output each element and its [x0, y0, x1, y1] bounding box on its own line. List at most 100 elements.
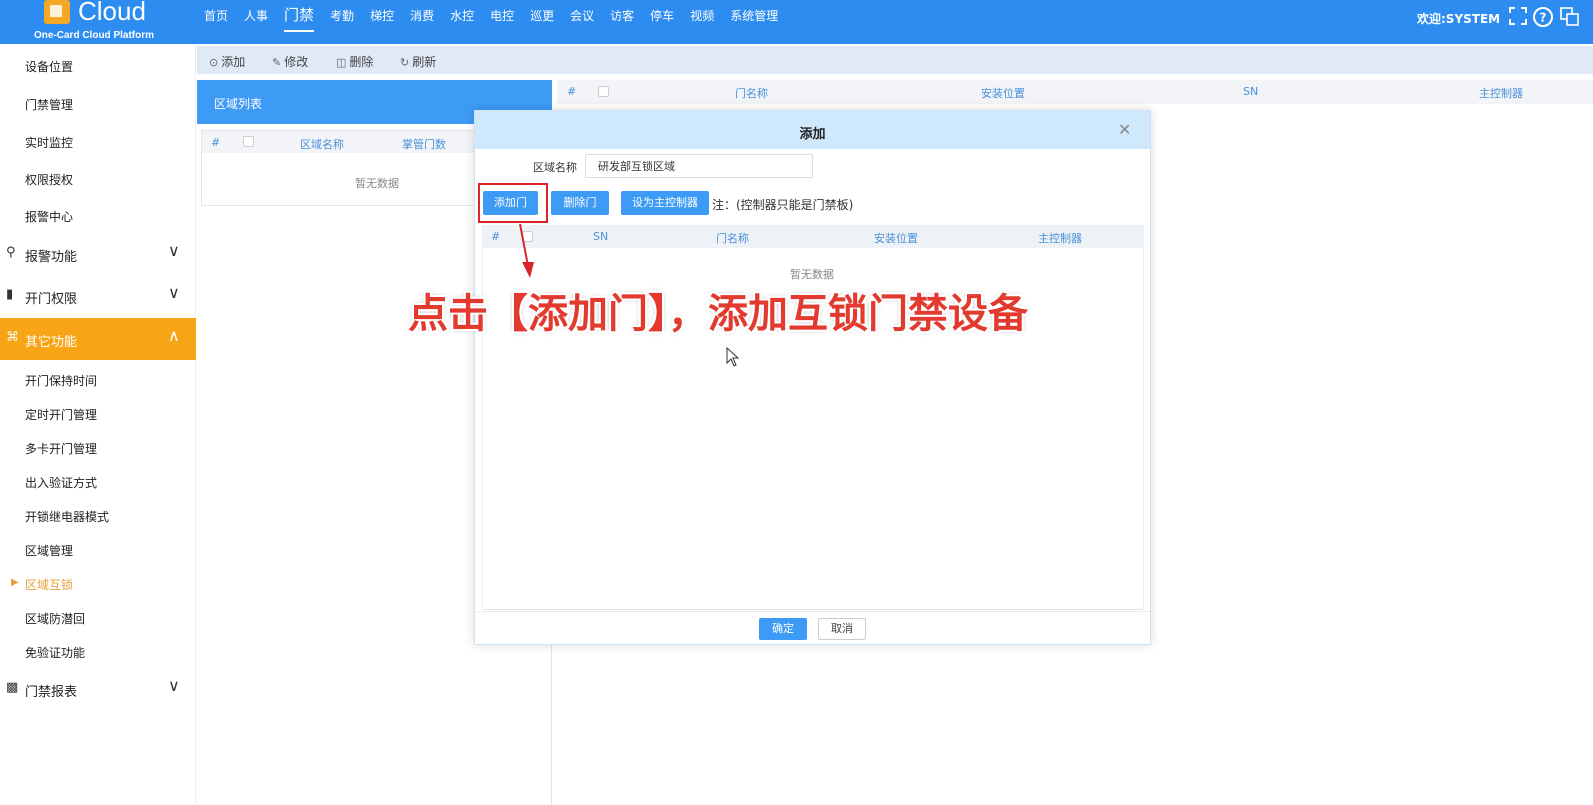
fullscreen-icon[interactable] — [1507, 6, 1529, 28]
nav-item-home[interactable]: 首页 — [204, 0, 228, 32]
nav-item-system[interactable]: 系统管理 — [730, 0, 778, 32]
dialog-header: 添加 ✕ — [475, 111, 1150, 149]
delete-button[interactable]: ◫ 删除 — [336, 53, 373, 70]
sidebar-group-alarm[interactable]: ⚲ 报警功能 ∨ — [0, 233, 196, 275]
confirm-button[interactable]: 确定 — [759, 618, 807, 640]
annotation-arrow-icon — [519, 223, 534, 278]
sidebar-item-area-interlock[interactable]: 区域互锁 — [25, 576, 73, 593]
edit-button-label: 修改 — [284, 55, 309, 69]
current-marker-icon: ▶ — [11, 577, 19, 588]
nav-item-visitor[interactable]: 访客 — [610, 0, 634, 32]
sidebar-item-multi-card[interactable]: 多卡开门管理 — [25, 440, 97, 457]
nav-item-consumption[interactable]: 消费 — [410, 0, 434, 32]
chevron-up-icon: ∧ — [168, 326, 180, 345]
sidebar-group-label: 门禁报表 — [25, 685, 78, 700]
nav-item-video[interactable]: 视频 — [690, 0, 714, 32]
sidebar-item-authorization[interactable]: 权限授权 — [25, 171, 73, 188]
sidebar-item-door-hold-time[interactable]: 开门保持时间 — [25, 372, 97, 389]
chevron-down-icon: ∨ — [168, 283, 180, 302]
dialog-table-header: # SN 门名称 安装位置 主控制器 — [482, 225, 1144, 248]
column-door-name[interactable]: 门名称 — [716, 230, 749, 246]
set-master-controller-button[interactable]: 设为主控制器 — [621, 191, 709, 215]
column-index: # — [211, 136, 221, 149]
sidebar-group-door-permission[interactable]: ▮ 开门权限 ∨ — [0, 275, 196, 317]
help-icon[interactable]: ? — [1532, 6, 1554, 28]
logo-cube-icon — [44, 0, 70, 24]
logo-text: Cloud — [78, 0, 146, 26]
edit-button[interactable]: ✎ 修改 — [272, 53, 308, 70]
empty-state: 暂无数据 — [355, 177, 399, 190]
delete-door-button[interactable]: 删除门 — [551, 191, 609, 215]
apps-icon: ⌘ — [6, 330, 19, 345]
nav-item-meeting[interactable]: 会议 — [570, 0, 594, 32]
column-master-controller[interactable]: 主控制器 — [1038, 230, 1082, 246]
column-door-name[interactable]: 门名称 — [735, 85, 768, 101]
logo[interactable]: Cloud One-Card Cloud Platform — [28, 0, 168, 44]
sidebar-item-timed-open[interactable]: 定时开门管理 — [25, 406, 97, 423]
sidebar-group-report[interactable]: ▩ 门禁报表 ∨ — [0, 668, 196, 710]
column-install-location[interactable]: 安装位置 — [874, 230, 918, 246]
sidebar-group-label: 开门权限 — [25, 292, 78, 307]
svg-text:?: ? — [1540, 11, 1547, 25]
nav-item-parking[interactable]: 停车 — [650, 0, 674, 32]
controller-note: 注：(控制器只能是门禁板) — [712, 198, 854, 212]
top-bar: Cloud One-Card Cloud Platform 首页 人事 门禁 考… — [0, 0, 1593, 44]
nav-item-hr[interactable]: 人事 — [244, 0, 268, 32]
sidebar-item-access-management[interactable]: 门禁管理 — [25, 96, 73, 113]
chevron-down-icon: ∨ — [168, 241, 180, 260]
area-name-input[interactable] — [585, 154, 813, 178]
column-master-controller[interactable]: 主控制器 — [1479, 85, 1523, 101]
column-area-name[interactable]: 区域名称 — [300, 136, 344, 152]
select-all-checkbox[interactable] — [243, 136, 254, 147]
add-button-label: 添加 — [221, 55, 246, 69]
nav-item-patrol[interactable]: 巡更 — [530, 0, 554, 32]
nav-item-electric[interactable]: 电控 — [490, 0, 514, 32]
sidebar-item-anti-passback[interactable]: 区域防潜回 — [25, 610, 85, 627]
column-sn[interactable]: SN — [1243, 85, 1258, 98]
refresh-button-label: 刷新 — [412, 55, 437, 69]
toolbar: ⊙ 添加 ✎ 修改 ◫ 删除 ↻ 刷新 — [197, 46, 1593, 74]
highlight-box — [478, 183, 548, 223]
trash-icon: ◫ — [336, 56, 347, 69]
door-table-header: # 门名称 安装位置 SN 主控制器 — [557, 80, 1593, 104]
column-index: # — [567, 85, 577, 98]
sidebar-item-verify-mode[interactable]: 出入验证方式 — [25, 474, 97, 491]
nav-item-access-control[interactable]: 门禁 — [284, 0, 315, 32]
language-icon[interactable] — [1559, 6, 1581, 28]
annotation-caption: 点击【添加门】，添加互锁门禁设备 — [408, 291, 1028, 337]
edit-icon: ✎ — [272, 56, 282, 69]
sidebar-item-no-verify[interactable]: 免验证功能 — [25, 644, 85, 661]
bar-chart-icon: ▩ — [6, 680, 19, 695]
column-door-count[interactable]: 掌管门数 — [402, 136, 446, 152]
refresh-button[interactable]: ↻ 刷新 — [400, 53, 436, 70]
region-panel-title: 区域列表 — [214, 97, 263, 111]
nav-item-water[interactable]: 水控 — [450, 0, 474, 32]
sidebar-item-realtime-monitor[interactable]: 实时监控 — [25, 134, 73, 151]
close-icon[interactable]: ✕ — [1118, 120, 1131, 139]
nav-item-elevator[interactable]: 梯控 — [370, 0, 394, 32]
delete-button-label: 删除 — [349, 55, 374, 69]
sidebar-item-relay-mode[interactable]: 开锁继电器模式 — [25, 508, 109, 525]
logo-subtitle: One-Card Cloud Platform — [34, 30, 155, 41]
sidebar-group-label: 其它功能 — [25, 335, 78, 350]
dialog-title: 添加 — [799, 127, 826, 142]
door-icon: ▮ — [6, 287, 14, 302]
add-button[interactable]: ⊙ 添加 — [209, 53, 245, 70]
column-index: # — [491, 230, 501, 243]
alarm-bell-icon: ⚲ — [6, 245, 16, 260]
cancel-button[interactable]: 取消 — [818, 618, 866, 640]
select-all-checkbox[interactable] — [598, 86, 609, 97]
main-nav: 首页 人事 门禁 考勤 梯控 消费 水控 电控 巡更 会议 访客 停车 视频 系… — [204, 0, 794, 44]
nav-item-attendance[interactable]: 考勤 — [330, 0, 354, 32]
column-sn[interactable]: SN — [593, 230, 608, 243]
sidebar-group-label: 报警功能 — [25, 250, 78, 265]
sidebar: 设备位置 门禁管理 实时监控 权限授权 报警中心 ⚲ 报警功能 ∨ ▮ 开门权限… — [0, 44, 196, 805]
sidebar-item-alarm-center[interactable]: 报警中心 — [25, 208, 73, 225]
sidebar-item-area-management[interactable]: 区域管理 — [25, 542, 73, 559]
sidebar-item-device-location[interactable]: 设备位置 — [25, 58, 73, 75]
column-install-location[interactable]: 安装位置 — [981, 85, 1025, 101]
mouse-cursor-icon — [726, 347, 740, 367]
welcome-user: 欢迎:SYSTEM — [1417, 12, 1501, 26]
empty-state: 暂无数据 — [790, 268, 834, 281]
sidebar-group-other[interactable]: ⌘ 其它功能 ∧ — [0, 318, 196, 360]
